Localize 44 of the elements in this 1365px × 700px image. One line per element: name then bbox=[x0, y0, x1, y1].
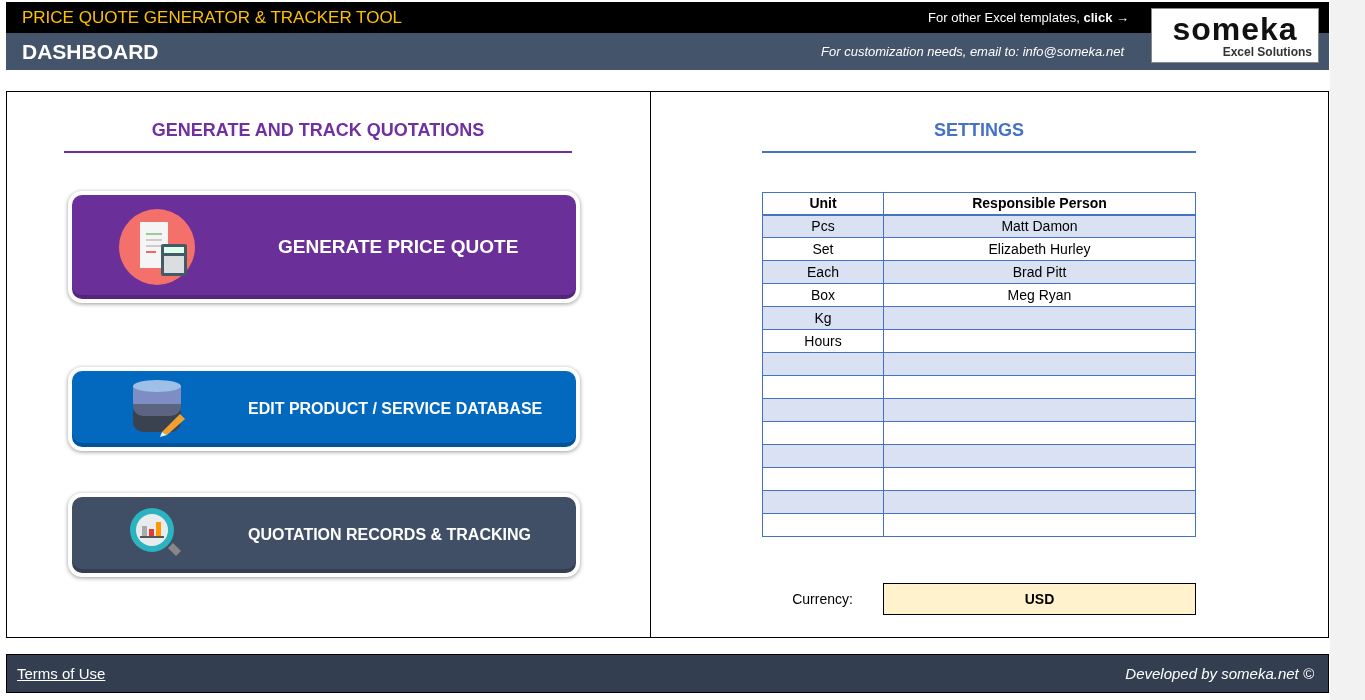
templates-link[interactable]: For other Excel templates, click → bbox=[928, 10, 1129, 25]
unit-cell[interactable] bbox=[762, 490, 884, 514]
person-cell[interactable] bbox=[883, 329, 1196, 353]
page-title: DASHBOARD bbox=[22, 39, 159, 64]
logo-name: someka bbox=[1172, 12, 1298, 45]
currency-field[interactable]: USD bbox=[883, 583, 1196, 615]
unit-cell[interactable]: Set bbox=[762, 237, 884, 261]
unit-cell[interactable]: Kg bbox=[762, 306, 884, 330]
section-heading: GENERATE AND TRACK QUOTATIONS bbox=[64, 120, 572, 153]
person-cell[interactable]: Meg Ryan bbox=[883, 283, 1196, 307]
receipt-calculator-icon bbox=[118, 208, 196, 286]
person-cell[interactable] bbox=[883, 352, 1196, 376]
unit-cell[interactable] bbox=[762, 421, 884, 445]
person-cell[interactable]: Matt Damon bbox=[883, 214, 1196, 238]
person-cell[interactable] bbox=[883, 513, 1196, 537]
person-cell[interactable] bbox=[883, 444, 1196, 468]
terms-link[interactable]: Terms of Use bbox=[17, 665, 106, 682]
person-cell[interactable] bbox=[883, 490, 1196, 514]
currency-label: Currency: bbox=[791, 591, 854, 607]
person-cell[interactable]: Elizabeth Hurley bbox=[883, 237, 1196, 261]
contact-note: For customization needs, email to: info@someka.net bbox=[821, 44, 1124, 59]
unit-cell[interactable] bbox=[762, 375, 884, 399]
unit-cell[interactable] bbox=[762, 444, 884, 468]
settings-heading: SETTINGS bbox=[762, 120, 1196, 153]
logo-tagline: Excel Solutions bbox=[1222, 44, 1312, 59]
unit-cell[interactable]: Pcs bbox=[762, 214, 884, 238]
logo[interactable]: someka Excel Solutions bbox=[1151, 8, 1319, 63]
person-cell[interactable] bbox=[883, 467, 1196, 491]
person-cell[interactable] bbox=[883, 375, 1196, 399]
person-cell[interactable] bbox=[883, 421, 1196, 445]
unit-cell[interactable] bbox=[762, 513, 884, 537]
unit-cell[interactable] bbox=[762, 352, 884, 376]
person-cell[interactable] bbox=[883, 306, 1196, 330]
unit-cell[interactable]: Box bbox=[762, 283, 884, 307]
person-cell[interactable]: Brad Pitt bbox=[883, 260, 1196, 284]
column-header: Unit bbox=[762, 192, 884, 215]
unit-cell[interactable]: Each bbox=[762, 260, 884, 284]
unit-cell[interactable] bbox=[762, 398, 884, 422]
unit-cell[interactable]: Hours bbox=[762, 329, 884, 353]
credit-text: Developed by someka.net © bbox=[1125, 665, 1314, 682]
column-header: Responsible Person bbox=[883, 192, 1196, 215]
app-title: PRICE QUOTE GENERATOR & TRACKER TOOL bbox=[22, 7, 403, 28]
person-cell[interactable] bbox=[883, 398, 1196, 422]
unit-cell[interactable] bbox=[762, 467, 884, 491]
